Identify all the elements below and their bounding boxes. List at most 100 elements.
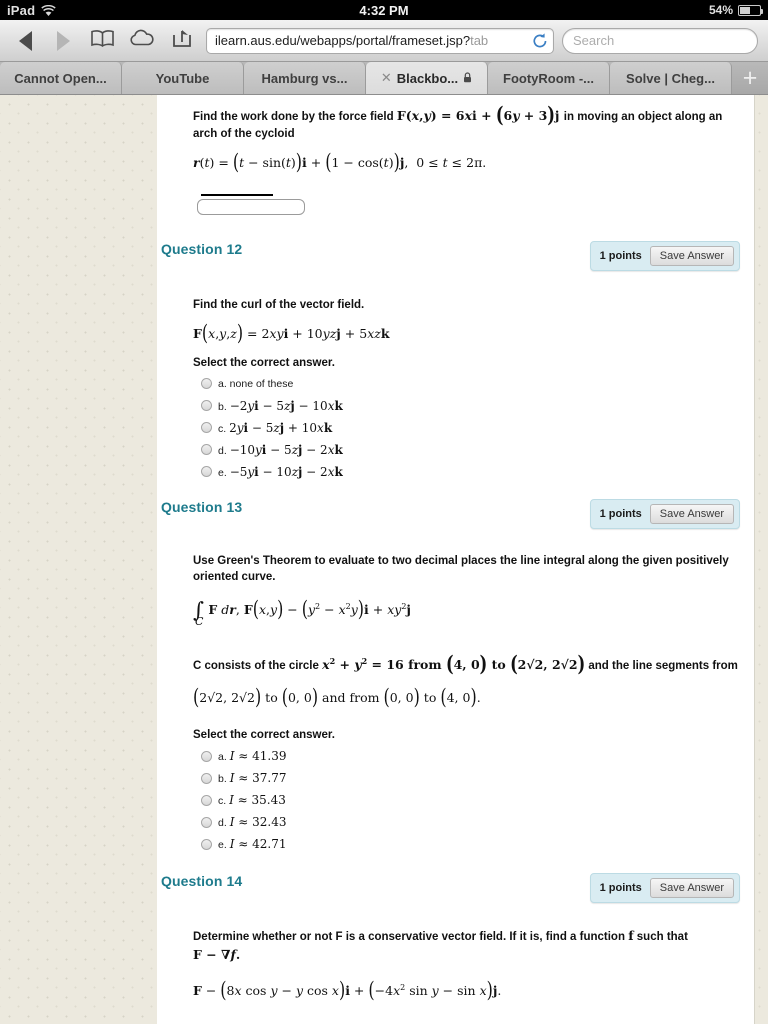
choice-label: a. none of these xyxy=(218,377,294,390)
save-answer-button[interactable]: Save Answer xyxy=(649,245,734,266)
choice-label: c. I ≈ 35.43 xyxy=(218,793,286,808)
radio-button[interactable] xyxy=(201,444,212,456)
tab-hamburg[interactable]: Hamburg vs... xyxy=(244,62,366,94)
url-text: ilearn.aus.edu/webapps/portal/frameset.j… xyxy=(215,33,489,48)
tab-cannot-open[interactable]: Cannot Open... xyxy=(0,62,122,94)
choice-label: b. I ≈ 37.77 xyxy=(218,771,287,786)
share-button[interactable] xyxy=(166,26,198,56)
question-11-prompt: Find the work done by the force field F(… xyxy=(193,101,723,141)
radio-button[interactable] xyxy=(201,794,212,806)
question-13-title: Question 13 xyxy=(161,498,243,515)
choice-row[interactable]: c. 2yi − 5zj + 10xk xyxy=(193,417,724,439)
question-14-prompt: Determine whether or not F is a conserva… xyxy=(193,928,688,962)
choice-row[interactable]: c. I ≈ 35.43 xyxy=(193,789,746,811)
radio-button[interactable] xyxy=(201,750,212,762)
question-13-prompt: Use Green's Theorem to evaluate to two d… xyxy=(193,554,729,584)
choice-row[interactable]: e. −5yi − 10zj − 2xk xyxy=(193,461,724,483)
tab-label: Hamburg vs... xyxy=(261,70,348,86)
tab-label: YouTube xyxy=(155,70,210,86)
question-11-body: Find the work done by the force field F(… xyxy=(157,95,754,175)
choice-row[interactable]: a. none of these xyxy=(193,373,724,395)
question-14-body: Determine whether or not F is a conserva… xyxy=(157,903,754,1003)
question-13-badge: 1 points Save Answer xyxy=(589,498,740,529)
question-12-body: Find the curl of the vector field. F(x,y… xyxy=(157,271,754,483)
question-12-choices: a. none of these b. −2yi − 5zj − 10xk c.… xyxy=(193,373,724,483)
choice-row[interactable]: a. I ≈ 41.39 xyxy=(193,745,746,767)
tab-label: Cannot Open... xyxy=(14,70,107,86)
save-answer-button[interactable]: Save Answer xyxy=(649,878,734,899)
points-label: 1 points xyxy=(599,249,642,262)
question-13-choices: a. I ≈ 41.39 b. I ≈ 37.77 c. I ≈ 35.43 d… xyxy=(193,745,746,855)
tab-bar: Cannot Open... YouTube Hamburg vs... ✕ B… xyxy=(0,62,768,95)
choice-label: d. I ≈ 32.43 xyxy=(218,815,287,830)
radio-button[interactable] xyxy=(201,772,212,784)
question-12-header: Question 12 1 points Save Answer xyxy=(157,240,754,271)
icloud-tabs-button[interactable] xyxy=(126,26,158,56)
math-cycloid: r(t) = (t − sin(t))i + (1 − cos(t))j, 0 … xyxy=(193,148,487,175)
plus-icon: + xyxy=(742,63,758,92)
cloud-icon xyxy=(129,29,156,52)
new-tab-button[interactable]: + xyxy=(732,62,768,94)
radio-button[interactable] xyxy=(201,400,212,412)
search-field[interactable]: Search xyxy=(562,27,758,54)
reload-icon[interactable] xyxy=(531,32,549,50)
choice-label: e. I ≈ 42.71 xyxy=(218,837,287,852)
math-gradient: F − ∇f. xyxy=(193,946,241,962)
forward-button[interactable] xyxy=(48,26,78,56)
ios-status-bar: iPad 4:32 PM 54% xyxy=(0,0,768,20)
integral-symbol: ∫ C xyxy=(193,597,204,628)
radio-button[interactable] xyxy=(201,816,212,828)
math-segments-13: (2√2, 2√2) to (0, 0) and from (0, 0) to … xyxy=(193,683,481,710)
question-14-title: Question 14 xyxy=(161,873,243,890)
question-12-title: Question 12 xyxy=(161,240,243,257)
choice-label: a. I ≈ 41.39 xyxy=(218,749,287,764)
tab-blackboard[interactable]: ✕ Blackbo... xyxy=(366,62,488,94)
choice-row[interactable]: d. −10yi − 5zj − 2xk xyxy=(193,439,724,461)
choice-label: d. −10yi − 5zj − 2xk xyxy=(218,442,343,457)
integral-subscript: C xyxy=(195,614,204,628)
radio-button[interactable] xyxy=(201,378,212,390)
tab-label: Blackbo... xyxy=(396,70,459,86)
save-answer-button[interactable]: Save Answer xyxy=(649,503,734,524)
points-label: 1 points xyxy=(599,882,642,895)
close-icon[interactable]: ✕ xyxy=(381,70,392,86)
share-icon xyxy=(171,28,193,53)
math-line-integral-13: ∫ C F dr, F(x,y) − (y2 − x2y)i + xy2j xyxy=(193,595,411,628)
tab-youtube[interactable]: YouTube xyxy=(122,62,244,94)
radio-button[interactable] xyxy=(201,838,212,850)
radio-button[interactable] xyxy=(201,466,212,478)
tab-chegg[interactable]: Solve | Cheg... xyxy=(610,62,732,94)
address-bar[interactable]: ilearn.aus.edu/webapps/portal/frameset.j… xyxy=(206,27,554,54)
choice-row[interactable]: b. −2yi − 5zj − 10xk xyxy=(193,395,724,417)
function-symbol-f: f xyxy=(628,928,634,944)
battery-percent: 54% xyxy=(708,3,733,17)
tab-footyroom[interactable]: FootyRoom -... xyxy=(488,62,610,94)
choice-row[interactable]: e. I ≈ 42.71 xyxy=(193,833,746,855)
question-14-answer-area xyxy=(157,1000,754,1024)
question-12-badge: 1 points Save Answer xyxy=(589,240,740,271)
choice-row[interactable]: d. I ≈ 32.43 xyxy=(193,811,746,833)
question-13-body: Use Green's Theorem to evaluate to two d… xyxy=(157,529,754,856)
choice-label: c. 2yi − 5zj + 10xk xyxy=(218,420,333,435)
question-13-curve-description: C consists of the circle x2 + y2 = 16 fr… xyxy=(193,650,738,677)
question-11-answer-input[interactable] xyxy=(197,198,305,215)
choice-label: e. −5yi − 10zj − 2xk xyxy=(218,464,343,479)
search-placeholder: Search xyxy=(573,33,615,48)
choice-row[interactable]: b. I ≈ 37.77 xyxy=(193,767,746,789)
question-14-badge: 1 points Save Answer xyxy=(589,873,740,904)
book-icon xyxy=(90,29,115,53)
battery-icon xyxy=(738,4,763,16)
math-vector-field-12: F(x,y,z) = 2xyi + 10yzj + 5xzk xyxy=(193,319,390,345)
browser-toolbar: ilearn.aus.edu/webapps/portal/frameset.j… xyxy=(0,20,768,62)
math-force-field: F(x,y) = 6xi + (6y + 3)j xyxy=(396,101,560,128)
points-label: 1 points xyxy=(599,507,642,520)
bookmarks-button[interactable] xyxy=(86,26,118,56)
choice-label: b. −2yi − 5zj − 10xk xyxy=(218,398,343,413)
back-button[interactable] xyxy=(10,26,40,56)
clock: 4:32 PM xyxy=(359,2,409,18)
tab-label: FootyRoom -... xyxy=(503,70,594,86)
back-arrow-icon xyxy=(18,30,32,51)
assessment-content: Find the work done by the force field F(… xyxy=(157,95,755,1024)
answer-rule xyxy=(201,193,273,196)
radio-button[interactable] xyxy=(201,422,212,434)
